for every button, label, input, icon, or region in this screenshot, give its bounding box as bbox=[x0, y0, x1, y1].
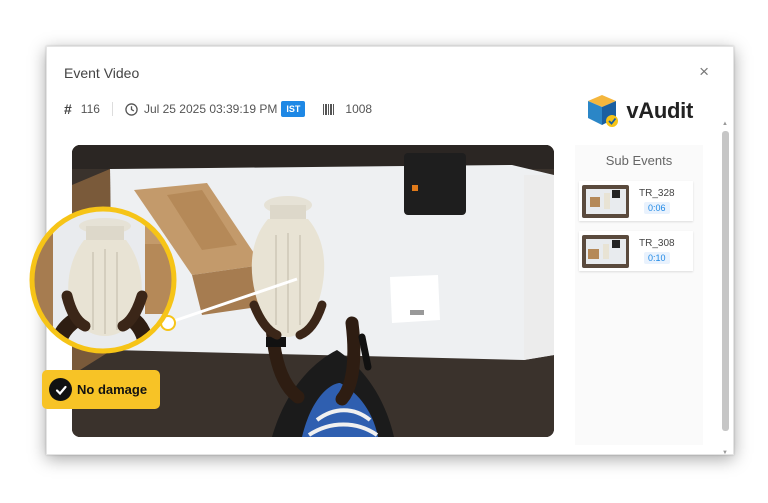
checkmark-icon bbox=[49, 378, 72, 401]
sub-event-info: TR_308 0:10 bbox=[639, 238, 675, 264]
timezone-badge: IST bbox=[281, 101, 306, 117]
sub-event-info: TR_328 0:06 bbox=[639, 188, 675, 214]
sub-event-name: TR_308 bbox=[639, 238, 675, 249]
hash-icon: # bbox=[64, 101, 72, 117]
thumbnail-image bbox=[582, 184, 629, 218]
damage-status-label: No damage bbox=[77, 382, 148, 397]
sub-event-time[interactable]: 0:06 bbox=[644, 202, 670, 214]
sub-event-thumbnail bbox=[582, 234, 629, 268]
scrollbar-thumb[interactable] bbox=[722, 131, 729, 431]
datetime-value: Jul 25 2025 03:39:19 PM bbox=[143, 102, 278, 116]
modal-title: Event Video bbox=[64, 65, 140, 81]
vaudit-logo-icon bbox=[588, 95, 619, 127]
brand-name: vAudit bbox=[626, 98, 693, 123]
sub-event-thumbnail bbox=[582, 184, 629, 218]
event-id-value: 116 bbox=[80, 102, 100, 116]
scroll-down-icon[interactable]: ▼ bbox=[722, 450, 728, 456]
thumbnail-image bbox=[582, 234, 629, 268]
sub-events-title: Sub Events bbox=[605, 153, 673, 168]
barcode-icon bbox=[323, 103, 335, 115]
divider bbox=[111, 102, 113, 116]
event-meta: # 116 Jul 25 2025 03:39:19 PM IST 1008 bbox=[64, 101, 372, 117]
sub-event-time[interactable]: 0:10 bbox=[644, 252, 670, 264]
damage-status-badge: No damage bbox=[42, 370, 160, 409]
barcode-value: 1008 bbox=[345, 102, 373, 116]
clock-icon bbox=[125, 102, 138, 116]
sub-events-panel: Sub Events TR_328 0:06 TR_308 0:10 bbox=[575, 145, 703, 445]
sub-event-name: TR_328 bbox=[639, 188, 675, 199]
brand-logo: vAudit bbox=[586, 93, 693, 129]
scrollbar[interactable]: ▲ ▼ bbox=[722, 121, 729, 456]
zoom-callout bbox=[29, 206, 298, 354]
event-datetime: Jul 25 2025 03:39:19 PM IST bbox=[125, 101, 306, 117]
close-icon[interactable]: × bbox=[699, 63, 709, 80]
event-id: # 116 bbox=[64, 101, 100, 117]
barcode-field: 1008 bbox=[305, 102, 372, 116]
sub-event-item[interactable]: TR_328 0:06 bbox=[579, 181, 693, 221]
scroll-up-icon[interactable]: ▲ bbox=[722, 121, 728, 127]
sub-event-item[interactable]: TR_308 0:10 bbox=[579, 231, 693, 271]
